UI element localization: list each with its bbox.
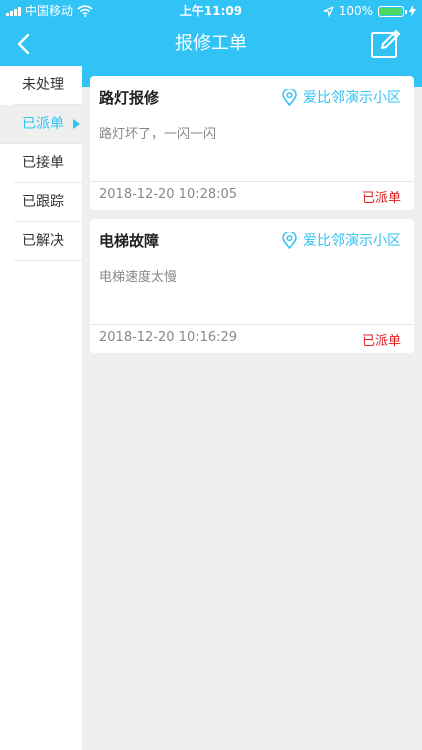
sidebar-item-tracked[interactable]: 已跟踪 [14,183,82,222]
sidebar-item-label: 已解决 [22,233,64,249]
sidebar-item-accepted[interactable]: 已接单 [14,144,82,183]
order-description: 路灯坏了，一闪一闪 [99,127,217,142]
status-badge: 已派单 [361,191,401,206]
order-time: 2018-12-20 10:16:29 [99,330,238,345]
navbar: 报修工单 [0,22,422,66]
order-title: 电梯故障 [99,232,160,250]
order-time: 2018-12-20 10:28:05 [99,187,238,202]
new-order-button[interactable] [370,28,402,60]
order-location: 爱比邻演示小区 [282,87,401,107]
order-card[interactable]: 路灯报修 爱比邻演示小区 路灯坏了，一闪一闪 2018-12-20 10:28:… [90,76,414,210]
order-location-label: 爱比邻演示小区 [303,233,401,249]
status-badge: 已派单 [361,334,401,349]
sidebar-item-label: 已跟踪 [22,194,64,210]
status-sidebar: 未处理 已派单 已接单 已跟踪 已解决 [0,66,82,750]
battery-icon [378,5,407,17]
sidebar-item-resolved[interactable]: 已解决 [14,222,82,261]
order-title: 路灯报修 [99,89,160,107]
charging-icon [409,5,416,17]
order-card[interactable]: 电梯故障 爱比邻演示小区 电梯速度太慢 2018-12-20 10:16:29 … [90,219,414,353]
page-title: 报修工单 [175,33,247,54]
sidebar-item-label: 未处理 [22,77,64,93]
location-arrow-icon [323,5,334,17]
location-pin-icon [282,88,297,106]
sidebar-item-label: 已派单 [22,116,64,132]
order-description: 电梯速度太慢 [99,270,178,285]
order-location: 爱比邻演示小区 [282,230,401,250]
sidebar-item-label: 已接单 [22,155,64,171]
battery-percent: 100% [338,4,373,18]
sidebar-item-unprocessed[interactable]: 未处理 [14,66,82,105]
status-bar: 中国移动 上午11:09 100% [0,0,422,22]
order-location-label: 爱比邻演示小区 [303,90,401,106]
location-pin-icon [282,231,297,249]
edit-icon [371,30,400,58]
selected-arrow-icon [73,119,80,129]
sidebar-item-dispatched[interactable]: 已派单 [0,105,82,144]
